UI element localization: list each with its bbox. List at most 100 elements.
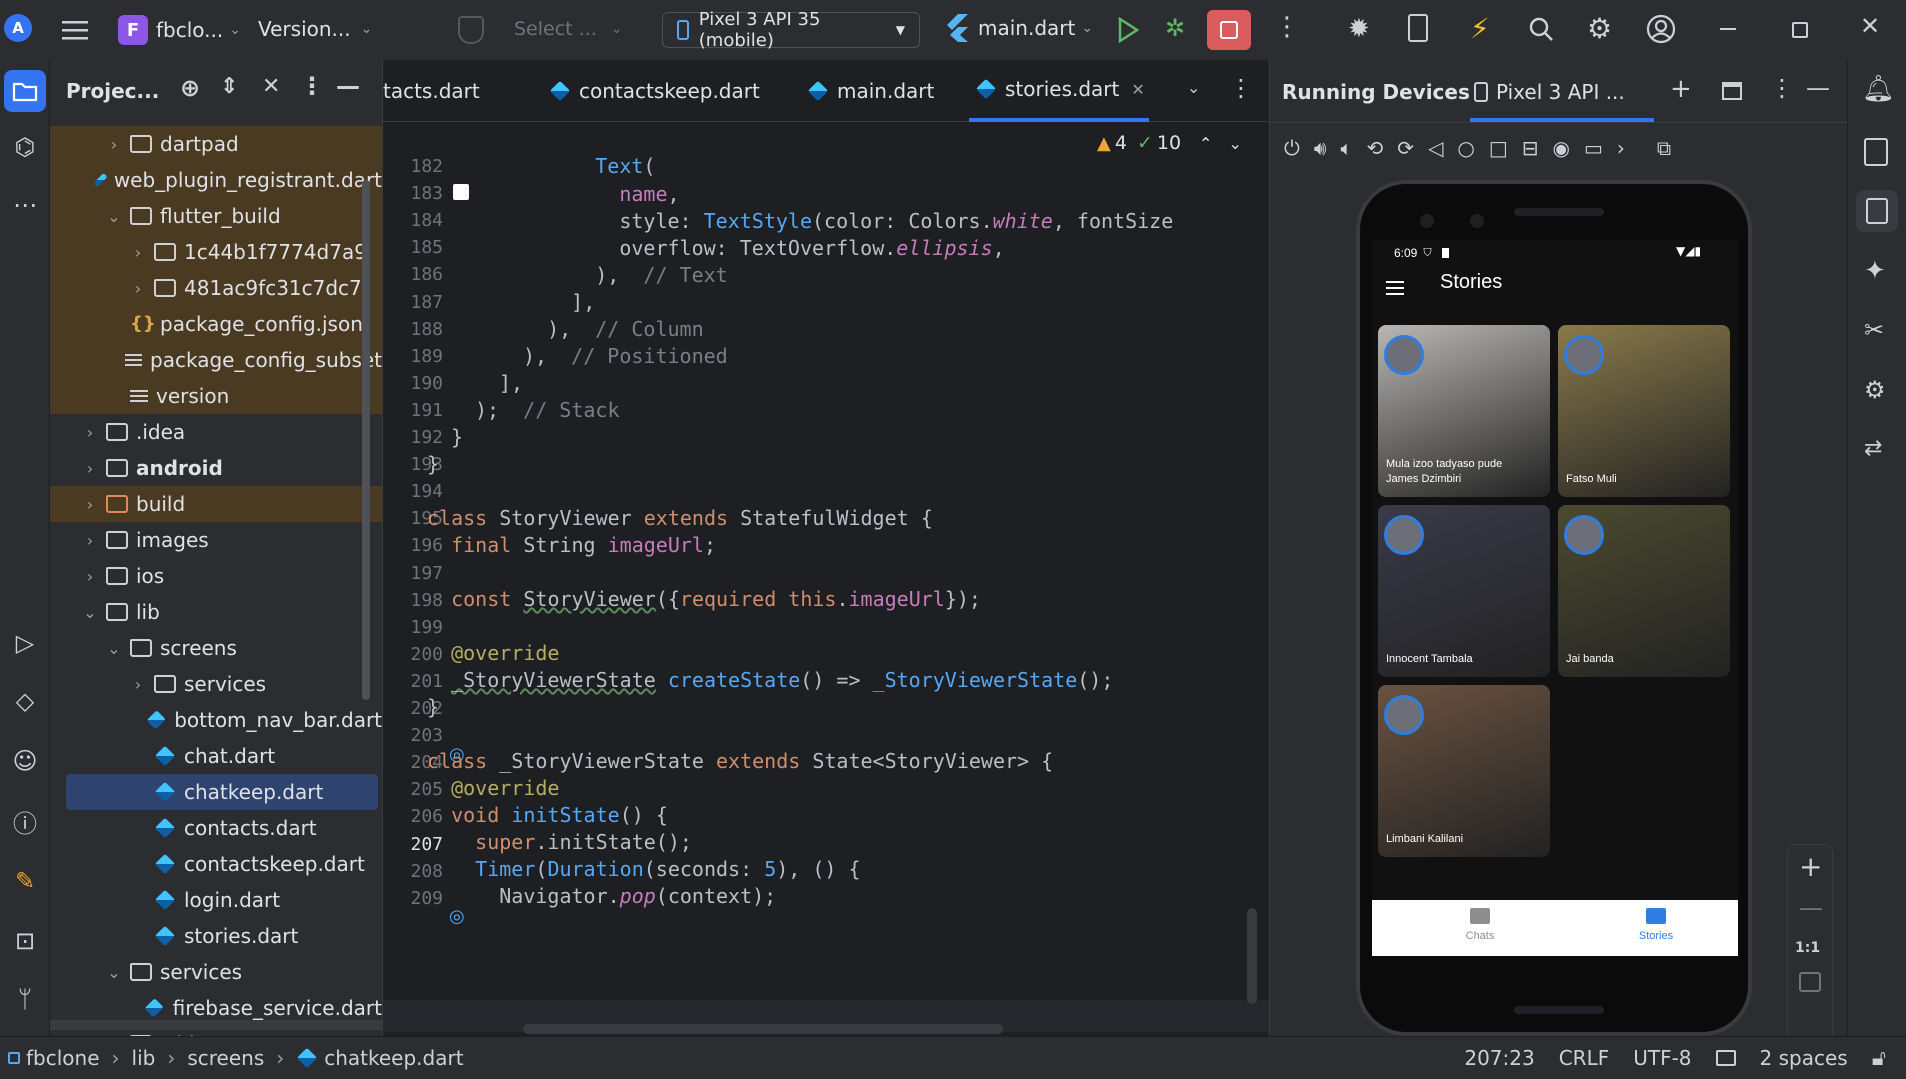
project-selector[interactable]: F fbclo... ⌄ [118,15,241,45]
tab-stories[interactable]: stories.dart ✕ [969,60,1149,122]
tree-item[interactable]: login.dart [50,882,382,918]
bug-settings-icon[interactable]: ✹ [1348,14,1370,44]
screenshot-icon[interactable]: ◉ [1552,136,1569,160]
line-separator[interactable]: CRLF [1559,1046,1610,1070]
story-card[interactable]: Jai banda [1558,505,1730,677]
screen-record-icon[interactable]: ▭ [1584,136,1603,160]
tree-item[interactable]: › build [50,486,382,522]
close-tab-icon[interactable]: ✕ [1131,80,1144,99]
options-icon[interactable]: ⋮ [1770,74,1794,102]
tab-contacts[interactable]: tacts.dart [383,60,480,122]
tab-options-icon[interactable]: ⋮ [1229,74,1253,102]
device-screen[interactable]: 6:09 ⛉ ▼◢▮ Stories Mula izoo tadyaso pud… [1372,240,1738,956]
device-tab[interactable]: Pixel 3 API ... [1474,80,1625,104]
chevron-right-icon[interactable]: › [80,531,100,550]
chevron-right-icon[interactable]: › [128,675,148,694]
terminal-icon[interactable]: ⊡ [4,920,46,962]
chevron-down-icon[interactable]: ⌄ [80,603,100,622]
chevron-right-icon[interactable]: › [80,567,100,586]
device-mirroring-icon[interactable]: ⇄ [1864,436,1882,461]
tree-item[interactable]: › android [50,450,382,486]
tree-item[interactable]: bottom_nav_bar.dart [50,702,382,738]
chevron-down-icon[interactable]: ⌄ [104,639,124,658]
locate-icon[interactable]: ⊕ [180,74,200,102]
notifications-icon[interactable]: 🔔︎ [1862,74,1895,104]
git-icon[interactable]: ᛘ [4,978,46,1020]
tree-item[interactable]: › 1c44b1f7774d7a9 [50,234,382,270]
hide-panel-icon[interactable]: — [336,72,360,100]
indent-setting[interactable]: 2 spaces [1760,1046,1848,1070]
fold-icon[interactable]: ⊟ [1522,136,1539,160]
previous-highlight-icon[interactable]: ⌃ [1199,134,1212,153]
expand-toolbar-icon[interactable]: › [1617,136,1625,160]
tree-item[interactable]: {} package_config.json [50,306,382,342]
run-tool-icon[interactable]: ▷ [4,622,46,664]
tree-item[interactable]: package_config_subset [50,342,382,378]
volume-up-icon[interactable]: 🔊︎ [1314,136,1327,160]
tab-contactskeep[interactable]: contactskeep.dart [543,60,760,122]
story-card[interactable]: Innocent Tambala [1378,505,1550,677]
hide-panel-icon[interactable]: — [1806,74,1830,102]
chevron-down-icon[interactable]: ⌄ [104,963,124,982]
tree-scrollbar[interactable] [362,180,370,700]
readonly-icon[interactable] [1715,1050,1736,1066]
inspection-widget[interactable]: ▲ 4 ✓ 10 ⌃ ⌄ [1097,132,1242,154]
zoom-out-icon[interactable]: — [1799,894,1823,922]
close-icon[interactable]: ✕ [1860,12,1880,40]
overview-icon[interactable]: □ [1489,136,1508,160]
chevron-down-icon[interactable]: ⌄ [104,207,124,226]
rotate-left-icon[interactable]: ⟲ [1366,136,1383,160]
breadcrumb-item[interactable]: screens [187,1046,264,1070]
code-editor[interactable]: tacts.dart contactskeep.dart main.dart s… [382,60,1269,1036]
chevron-right-icon[interactable]: › [128,243,148,262]
more-actions-icon[interactable]: ⋮ [1274,12,1300,42]
nav-item-chats[interactable]: Chats [1448,908,1512,942]
more-tools-icon[interactable]: ⋯ [4,184,46,226]
override-gutter-icon[interactable]: ◎ [449,906,465,927]
device-manager-icon[interactable] [1408,14,1428,42]
flutter-performance-icon[interactable]: ⚙ [1864,376,1886,404]
zoom-fit-icon[interactable] [1799,972,1821,992]
breadcrumb-item[interactable]: fbclone [26,1046,100,1070]
nav-item-stories[interactable]: Stories [1624,908,1688,942]
tree-item[interactable]: › images [50,522,382,558]
expand-all-icon[interactable]: ⇕ [220,74,238,99]
run-config-selector[interactable]: main.dart ⌄ [944,14,1093,42]
chevron-right-icon[interactable]: › [80,423,100,442]
tree-item[interactable]: version [50,378,382,414]
tree-item[interactable]: contactskeep.dart [50,846,382,882]
gem-icon[interactable]: ◇ [4,680,46,722]
structure-icon[interactable]: ⌬ [4,126,46,168]
tree-item[interactable]: › services [50,666,382,702]
tree-item[interactable]: › dartpad [50,126,382,162]
app-quality-icon[interactable]: ✎ [4,860,46,902]
vcs-selector[interactable]: Version... ⌄ [258,17,372,41]
chevron-right-icon[interactable]: › [128,279,148,298]
volume-down-icon[interactable]: 🔈︎ [1340,136,1352,160]
stop-button[interactable] [1207,10,1251,50]
tab-main[interactable]: main.dart [801,60,934,122]
editor-horizontal-scrollbar[interactable] [523,1024,1003,1034]
story-card[interactable]: Limbani Kalilani [1378,685,1550,857]
file-encoding[interactable]: UTF-8 [1633,1046,1691,1070]
gear-icon[interactable]: ⚙ [1587,12,1612,45]
home-icon[interactable]: ○ [1457,136,1474,160]
tree-item[interactable]: contacts.dart [50,810,382,846]
caret-position[interactable]: 207:23 [1464,1046,1534,1070]
story-card[interactable]: Fatso Muli [1558,325,1730,497]
minimize-icon[interactable] [1720,28,1736,30]
problems-icon[interactable]: ⓘ [4,800,46,842]
layout-icon[interactable] [1722,82,1742,100]
run-icon[interactable] [1117,17,1139,43]
back-icon[interactable]: ◁ [1428,136,1443,160]
breadcrumb-item[interactable]: chatkeep.dart [324,1046,463,1070]
tab-list-chevron-icon[interactable]: ⌄ [1187,78,1200,97]
tree-item[interactable]: ⌄ flutter_build [50,198,382,234]
mirror-icon[interactable]: ⧉ [1657,136,1671,160]
story-card[interactable]: Mula izoo tadyaso pude James Dzimbiri [1378,325,1550,497]
next-highlight-icon[interactable]: ⌄ [1228,134,1241,153]
rotate-right-icon[interactable]: ⟳ [1397,136,1414,160]
zoom-in-icon[interactable]: + [1799,850,1822,883]
tree-item[interactable]: › 481ac9fc31c7dc7 [50,270,382,306]
device-selector[interactable]: Pixel 3 API 35 (mobile) ▼ [662,9,920,51]
